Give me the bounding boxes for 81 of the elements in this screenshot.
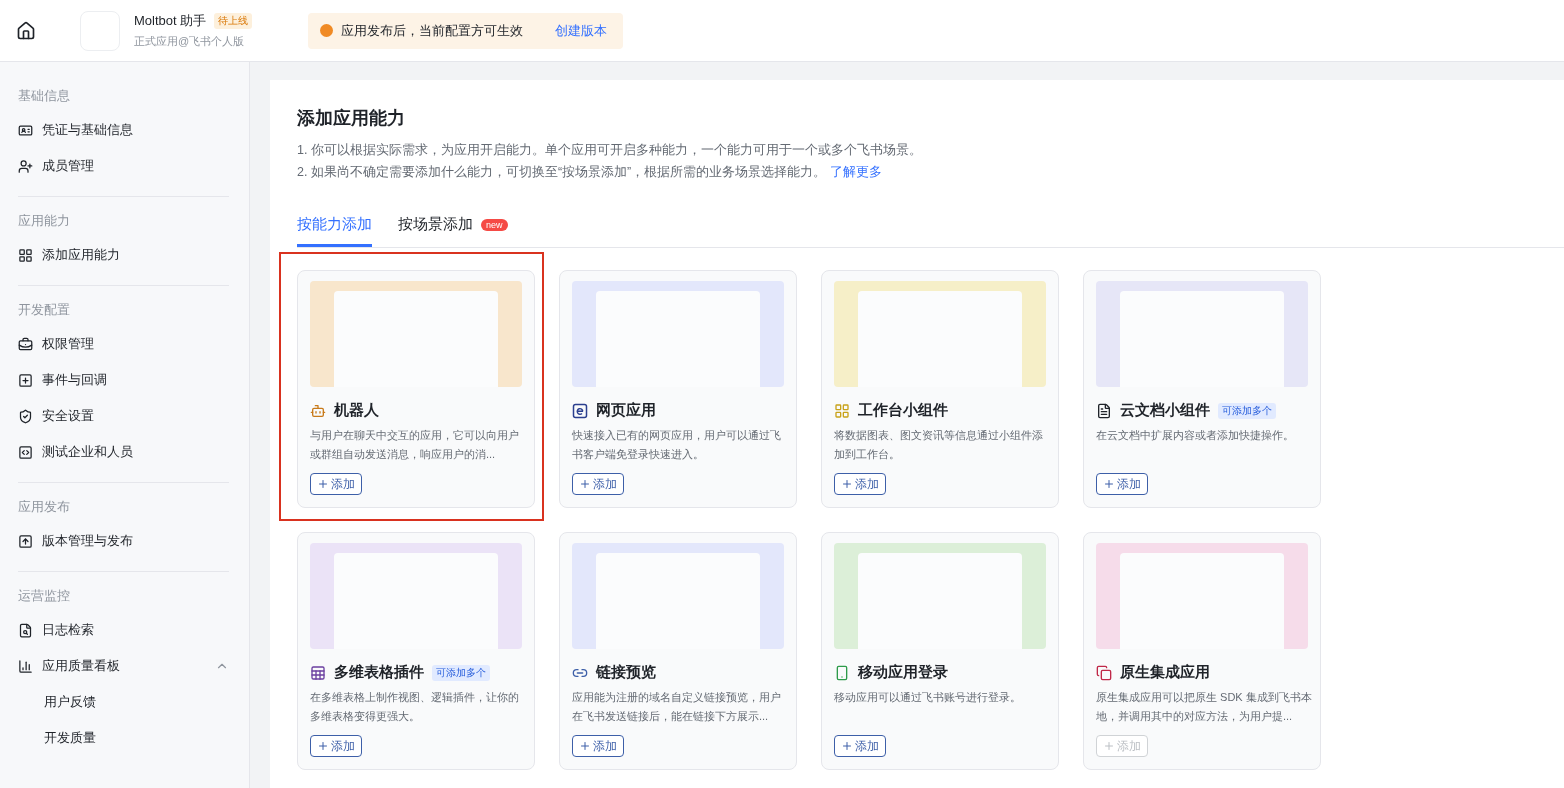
- new-badge: new: [481, 218, 508, 231]
- sidebar-item[interactable]: 测试企业和人员: [18, 434, 229, 470]
- warning-icon: [320, 24, 333, 37]
- grid-icon: [18, 247, 33, 263]
- table-icon: [310, 664, 326, 681]
- square-plus-icon: [18, 372, 33, 388]
- create-version-link[interactable]: 创建版本: [555, 21, 607, 40]
- add-button[interactable]: 添加: [310, 473, 362, 495]
- multiple-badge: 可添加多个: [432, 664, 490, 681]
- instruction-text: 1. 你可以根据实际需求，为应用开启能力。单个应用可开启多种能力，一个能力可用于一个或多个飞书场景。: [297, 142, 923, 159]
- card-title: 网页应用: [596, 401, 656, 420]
- plus-icon: [317, 478, 329, 490]
- sidebar-subitem[interactable]: 用户反馈: [18, 684, 229, 720]
- user-plus-icon: [18, 158, 33, 174]
- sidebar-item[interactable]: 应用质量看板: [18, 648, 229, 684]
- upload-square-icon: [18, 533, 33, 549]
- sidebar-item[interactable]: 安全设置: [18, 398, 229, 434]
- sidebar-item[interactable]: 版本管理与发布: [18, 523, 229, 559]
- shield-check-icon: [18, 408, 33, 424]
- card-description: 在云文档中扩展内容或者添加快捷操作。: [1096, 428, 1295, 443]
- add-button[interactable]: 添加: [1096, 473, 1148, 495]
- bar-chart-icon: [18, 658, 33, 674]
- sidebar-section-label: 基础信息: [18, 87, 71, 105]
- id-card-icon: [18, 122, 33, 138]
- sidebar-section-label: 开发配置: [18, 301, 71, 319]
- plus-icon: [841, 740, 853, 752]
- card-title: 机器人: [334, 401, 379, 420]
- card-title: 链接预览: [596, 663, 656, 682]
- app-subtitle: 正式应用@飞书个人版: [134, 34, 246, 49]
- briefcase-icon: [18, 336, 33, 352]
- home-icon[interactable]: [16, 20, 36, 41]
- card-description: 应用能为注册的域名自定义链接预览，用户在飞书发送链接后，能在链接下方展示...: [572, 690, 782, 724]
- card-description: 原生集成应用可以把原生 SDK 集成到飞书本地，并调用其中的对应方法，为用户提...: [1096, 690, 1312, 724]
- instruction-text: 2. 如果尚不确定需要添加什么能力，可切换至“按场景添加”，根据所需的业务场景选择能力。 了解更多: [297, 163, 883, 181]
- card-title: 工作台小组件: [858, 401, 948, 420]
- notice-text: 应用发布后，当前配置方可生效: [341, 21, 523, 40]
- sidebar-item[interactable]: 日志检索: [18, 612, 229, 648]
- multiple-badge: 可添加多个: [1218, 402, 1276, 419]
- add-button[interactable]: 添加: [834, 735, 886, 757]
- card-description: 将数据图表、图文资讯等信息通过小组件添加到工作台。: [834, 428, 1044, 462]
- add-button[interactable]: 添加: [310, 735, 362, 757]
- tab[interactable]: 按能力添加: [297, 207, 372, 247]
- learn-more-link[interactable]: 了解更多: [826, 164, 882, 179]
- plus-icon: [1103, 740, 1115, 752]
- card-title: 移动应用登录: [858, 663, 948, 682]
- sidebar-item[interactable]: 添加应用能力: [18, 237, 229, 273]
- add-button[interactable]: 添加: [572, 735, 624, 757]
- card-title: 云文档小组件: [1120, 401, 1210, 420]
- plus-icon: [1103, 478, 1115, 490]
- card-description: 在多维表格上制作视图、逻辑插件，让你的多维表格变得更强大。: [310, 690, 520, 724]
- card-description: 快速接入已有的网页应用，用户可以通过飞书客户端免登录快速进入。: [572, 428, 782, 462]
- add-button[interactable]: 添加: [834, 473, 886, 495]
- document-icon: [1096, 402, 1112, 419]
- plus-icon: [579, 478, 591, 490]
- page-title: 添加应用能力: [297, 107, 406, 130]
- card-description: 与用户在聊天中交互的应用，它可以向用户或群组自动发送消息，响应用户的消...: [310, 428, 520, 462]
- tab[interactable]: 按场景添加 new: [398, 207, 508, 247]
- sidebar-item[interactable]: 权限管理: [18, 326, 229, 362]
- card-description: 移动应用可以通过飞书账号进行登录。: [834, 690, 1022, 705]
- phone-icon: [834, 664, 850, 681]
- code-square-icon: [18, 444, 33, 460]
- app-name: Moltbot 助手: [134, 12, 207, 30]
- letter-e-icon: [572, 402, 588, 419]
- plus-icon: [317, 740, 329, 752]
- overlap-squares-icon: [1096, 664, 1112, 681]
- sidebar-section-label: 应用能力: [18, 212, 71, 230]
- sidebar-item[interactable]: 凭证与基础信息: [18, 112, 229, 148]
- sidebar-item[interactable]: 成员管理: [18, 148, 229, 184]
- plus-icon: [579, 740, 591, 752]
- grid-icon: [834, 402, 850, 419]
- card-title: 原生集成应用: [1120, 663, 1210, 682]
- sidebar-section-label: 应用发布: [18, 498, 71, 516]
- sidebar-section-label: 运营监控: [18, 587, 71, 605]
- robot-icon: [310, 402, 326, 419]
- sidebar-subitem[interactable]: 开发质量: [18, 720, 229, 756]
- status-badge: 待上线: [214, 13, 253, 29]
- sidebar-item[interactable]: 事件与回调: [18, 362, 229, 398]
- add-button[interactable]: 添加: [572, 473, 624, 495]
- card-title: 多维表格插件: [334, 663, 424, 682]
- plus-icon: [841, 478, 853, 490]
- file-search-icon: [18, 622, 33, 638]
